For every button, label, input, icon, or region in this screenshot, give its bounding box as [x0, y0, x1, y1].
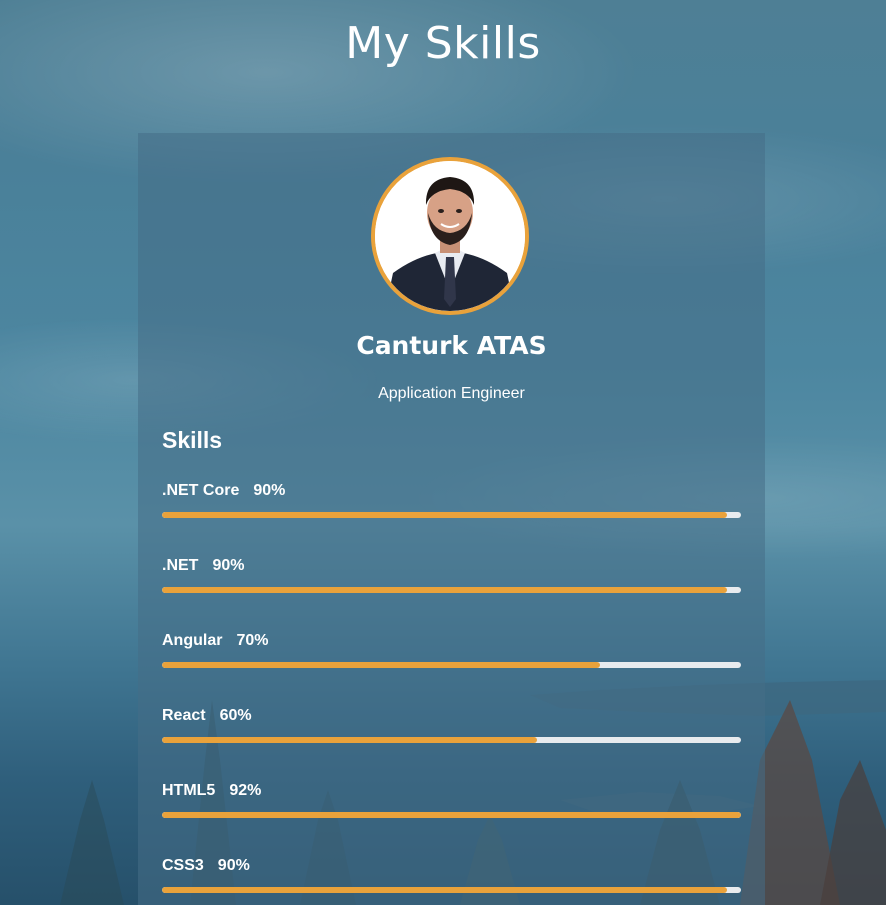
skill-item: React 60% — [162, 706, 741, 743]
skill-percent: 90% — [217, 857, 250, 874]
skill-label: HTML5 92% — [162, 781, 741, 801]
skill-progress-fill — [162, 887, 727, 893]
skill-label: .NET Core 90% — [162, 481, 741, 501]
skill-progress-track — [162, 887, 741, 893]
page-title: My Skills — [345, 18, 541, 69]
skill-progress-fill — [162, 662, 601, 668]
skill-item: .NET Core 90% — [162, 481, 741, 518]
skills-heading: Skills — [162, 427, 223, 453]
skill-progress-fill — [162, 812, 741, 818]
profile-name: Canturk ATAS — [356, 331, 547, 360]
skill-name: CSS3 — [162, 857, 204, 874]
skill-label: React 60% — [162, 706, 741, 726]
skill-progress-fill — [162, 587, 727, 593]
skill-progress-track — [162, 737, 741, 743]
skill-name: .NET — [162, 557, 199, 574]
skill-percent: 60% — [219, 707, 252, 724]
skill-item: Angular 70% — [162, 631, 741, 668]
skill-percent: 92% — [229, 782, 262, 799]
skill-item: .NET 90% — [162, 556, 741, 593]
profile-role: Application Engineer — [378, 385, 525, 402]
skill-percent: 70% — [236, 632, 269, 649]
skill-progress-track — [162, 512, 741, 518]
profile-photo — [375, 161, 525, 311]
skill-progress-fill — [162, 737, 538, 743]
profile-card: Canturk ATAS Application Engineer Skills… — [138, 133, 765, 905]
skill-item: CSS3 90% — [162, 856, 741, 893]
skill-item: HTML5 92% — [162, 781, 741, 818]
skill-progress-fill — [162, 512, 727, 518]
skill-name: HTML5 — [162, 782, 216, 799]
skill-label: .NET 90% — [162, 556, 741, 576]
skill-label: Angular 70% — [162, 631, 741, 651]
skill-label: CSS3 90% — [162, 856, 741, 876]
skill-percent: 90% — [253, 482, 286, 499]
skill-name: React — [162, 707, 206, 724]
skill-percent: 90% — [212, 557, 245, 574]
skill-progress-track — [162, 812, 741, 818]
skill-progress-track — [162, 662, 741, 668]
skill-name: Angular — [162, 632, 223, 649]
skill-name: .NET Core — [162, 482, 240, 499]
skill-progress-track — [162, 587, 741, 593]
avatar — [371, 157, 529, 315]
